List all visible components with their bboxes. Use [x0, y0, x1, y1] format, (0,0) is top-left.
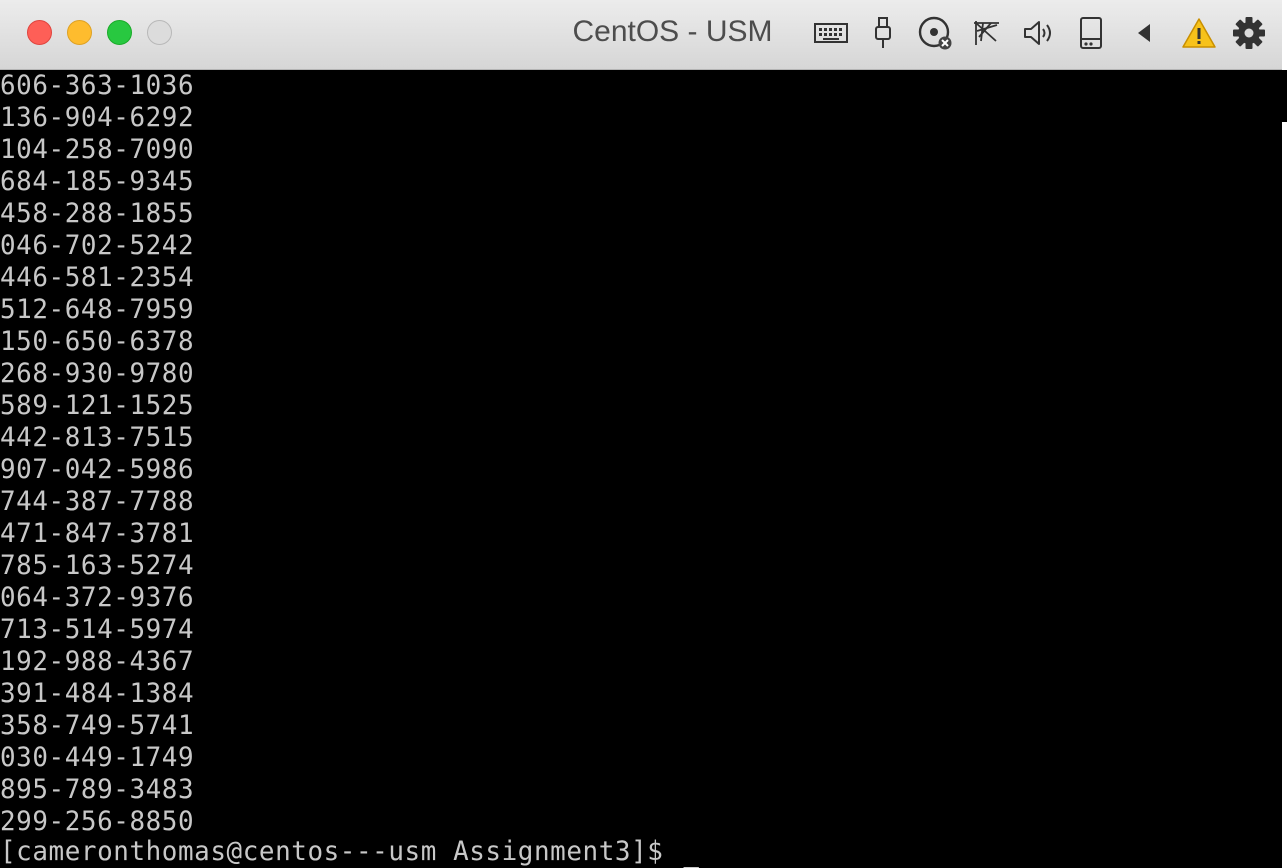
terminal-line: 446-581-2354 [0, 262, 195, 293]
warning-icon[interactable] [1180, 14, 1218, 52]
terminal-line: 512-648-7959 [0, 294, 195, 325]
gear-icon[interactable] [1230, 14, 1268, 52]
terminal-line: 684-185-9345 [0, 166, 195, 197]
terminal-line: 136-904-6292 [0, 102, 195, 133]
window-edge [1282, 0, 1287, 868]
terminal-line: 046-702-5242 [0, 230, 195, 261]
terminal-line: 589-121-1525 [0, 390, 195, 421]
vm-window: CentOS - USM 606-363-1036 136-904-6292 1… [0, 0, 1282, 868]
maximize-button[interactable] [107, 20, 132, 45]
terminal-line: 744-387-7788 [0, 486, 195, 517]
window-title: CentOS - USM [572, 15, 773, 48]
shell-prompt: [cameronthomas@centos---usm Assignment3]… [0, 836, 680, 867]
terminal-line: 907-042-5986 [0, 454, 195, 485]
terminal-line: 104-258-7090 [0, 134, 195, 165]
terminal-line: 785-163-5274 [0, 550, 195, 581]
terminal-line: 471-847-3781 [0, 518, 195, 549]
window-edge-shadow [1282, 70, 1287, 122]
speaker-icon[interactable] [1020, 14, 1058, 52]
terminal-line: 358-749-5741 [0, 710, 195, 741]
arrow-left-icon[interactable] [1126, 14, 1164, 52]
terminal-screen[interactable]: 606-363-1036 136-904-6292 104-258-7090 6… [0, 70, 1282, 868]
inactive-window-button [147, 20, 172, 45]
storage-icon[interactable] [1072, 14, 1110, 52]
terminal-line: 442-813-7515 [0, 422, 195, 453]
terminal-line: 192-988-4367 [0, 646, 195, 677]
terminal-line: 064-372-9376 [0, 582, 195, 613]
close-button[interactable] [27, 20, 52, 45]
shell-prompt-line[interactable]: [cameronthomas@centos---usm Assignment3]… [0, 836, 699, 868]
minimize-button[interactable] [67, 20, 92, 45]
terminal-line: 150-650-6378 [0, 326, 195, 357]
terminal-line: 713-514-5974 [0, 614, 195, 645]
terminal-line: 030-449-1749 [0, 742, 195, 773]
keyboard-icon[interactable] [812, 14, 850, 52]
network-icon[interactable] [968, 14, 1006, 52]
terminal-line: 606-363-1036 [0, 70, 195, 101]
title-bar[interactable]: CentOS - USM [0, 0, 1282, 70]
terminal-line: 391-484-1384 [0, 678, 195, 709]
optical-disc-icon[interactable] [916, 14, 954, 52]
usb-icon[interactable] [864, 14, 902, 52]
terminal-line: 299-256-8850 [0, 806, 195, 837]
terminal-line: 268-930-9780 [0, 358, 195, 389]
terminal-line: 458-288-1855 [0, 198, 195, 229]
terminal-line: 895-789-3483 [0, 774, 195, 805]
